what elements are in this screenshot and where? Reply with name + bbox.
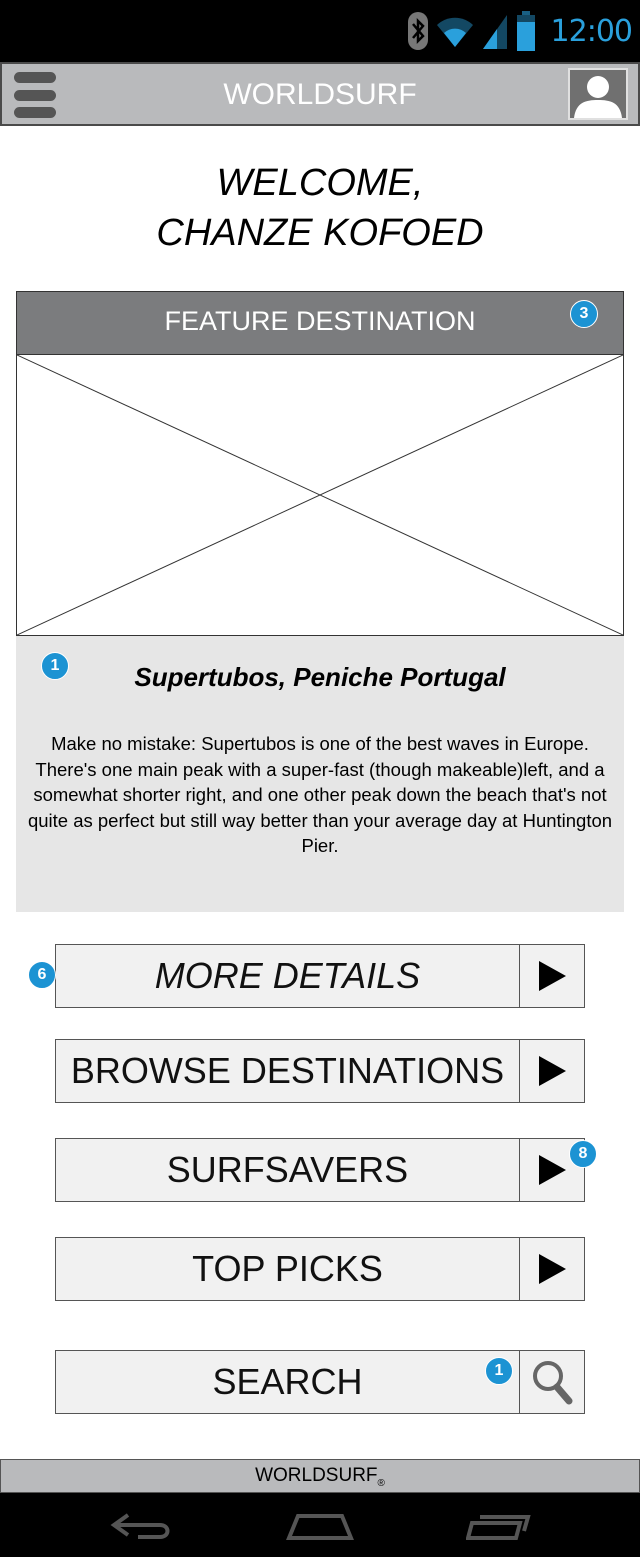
signal-icon (482, 15, 507, 49)
footer-brand: WORLDSURF (255, 1465, 378, 1486)
registered-mark: ® (377, 1477, 385, 1489)
welcome-heading: WELCOME, CHANZE KOFOED (0, 158, 640, 258)
browse-destinations-label: BROWSE DESTINATIONS (70, 1050, 505, 1091)
play-arrow-icon[interactable] (519, 1238, 584, 1300)
welcome-user-name: CHANZE KOFOED (156, 212, 484, 254)
app-title: WORLDSURF (223, 78, 417, 111)
top-picks-label: TOP PICKS (192, 1248, 383, 1289)
app-bar: WORLDSURF (0, 62, 640, 126)
browse-destinations-button[interactable]: BROWSE DESTINATIONS (55, 1039, 585, 1103)
play-arrow-icon[interactable] (519, 945, 584, 1007)
annotation-badge: 1 (485, 1357, 513, 1385)
image-placeholder[interactable] (16, 354, 624, 636)
more-details-label: MORE DETAILS (154, 955, 421, 996)
annotation-badge: 3 (570, 300, 598, 328)
system-nav-bar (0, 1493, 640, 1557)
status-icons: 12:00 (407, 8, 633, 54)
wifi-icon (436, 17, 473, 47)
surfsavers-button[interactable]: SURFSAVERS (55, 1138, 585, 1202)
status-bar: 12:00 (0, 0, 640, 62)
annotation-badge: 8 (569, 1140, 597, 1168)
user-avatar-icon[interactable] (568, 68, 628, 120)
play-arrow-icon[interactable] (519, 1040, 584, 1102)
destination-title: Supertubos, Peniche Portugal (134, 662, 506, 692)
bluetooth-icon (407, 12, 428, 50)
footer-brand-bar: WORLDSURF® (0, 1459, 640, 1493)
search-label: SEARCH (212, 1361, 363, 1402)
welcome-line-1: WELCOME, (216, 162, 424, 204)
status-time: 12:00 (550, 13, 633, 49)
more-details-button[interactable]: MORE DETAILS (55, 944, 585, 1008)
surfsavers-label: SURFSAVERS (166, 1149, 409, 1190)
feature-header-title: FEATURE DESTINATION (164, 306, 476, 336)
annotation-badge: 6 (28, 961, 56, 989)
home-icon[interactable] (286, 1513, 354, 1541)
recent-apps-icon[interactable] (466, 1513, 532, 1541)
back-icon[interactable] (108, 1511, 174, 1541)
search-icon[interactable] (519, 1351, 584, 1413)
destination-description: Make no mistake: Supertubos is one of th… (27, 733, 613, 856)
top-picks-button[interactable]: TOP PICKS (55, 1237, 585, 1301)
feature-header: FEATURE DESTINATION 3 (16, 291, 624, 355)
feature-destination-card: FEATURE DESTINATION 3 1 Supertubos, Peni… (16, 291, 624, 912)
battery-icon (516, 11, 535, 51)
feature-body: 1 Supertubos, Peniche Portugal Make no m… (16, 636, 624, 912)
